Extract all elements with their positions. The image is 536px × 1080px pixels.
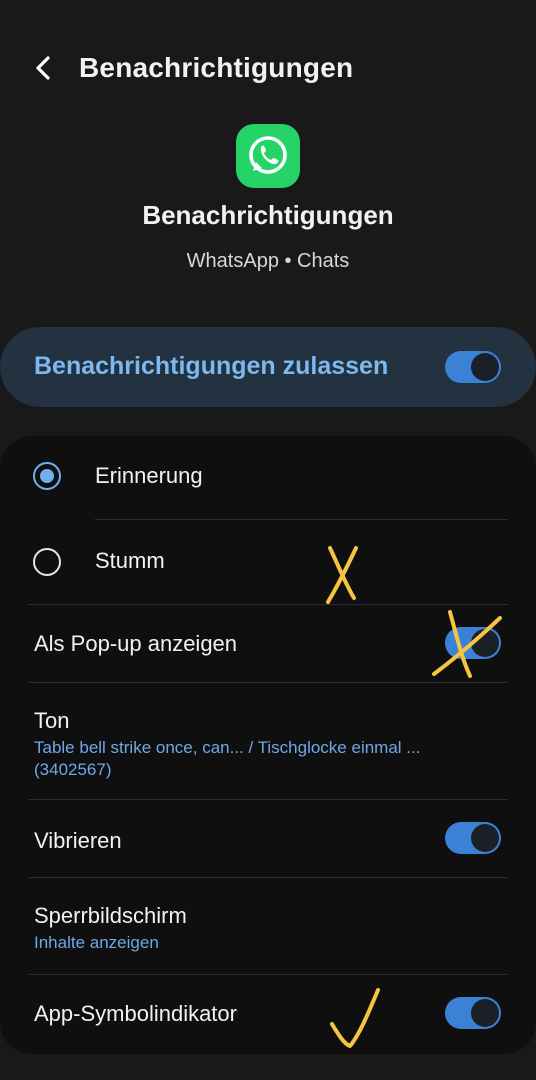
popup-row[interactable]: Als Pop-up anzeigen <box>0 605 536 683</box>
allow-notifications-row[interactable]: Benachrichtigungen zulassen <box>0 327 536 407</box>
toggle-knob <box>471 629 499 657</box>
popup-label: Als Pop-up anzeigen <box>34 631 238 656</box>
app-subtitle: WhatsApp • Chats <box>186 250 350 272</box>
vibrate-toggle[interactable] <box>445 822 501 854</box>
sound-row[interactable]: Ton Table bell strike once, can... / Tis… <box>0 683 536 799</box>
sound-label: Ton <box>34 708 70 733</box>
reminder-radio[interactable] <box>33 462 61 490</box>
app-badge-row[interactable]: App-Symbolindikator <box>0 975 536 1053</box>
lockscreen-label: Sperrbildschirm <box>34 903 187 928</box>
chevron-left-icon <box>36 56 50 80</box>
app-badge-toggle[interactable] <box>445 997 501 1029</box>
vibrate-row[interactable]: Vibrieren <box>0 800 536 878</box>
sound-value-line2: (3402567) <box>34 760 112 779</box>
reminder-label: Erinnerung <box>95 463 203 488</box>
silent-label: Stumm <box>95 548 165 573</box>
back-button[interactable] <box>24 48 64 88</box>
app-title: Benachrichtigungen <box>142 200 394 230</box>
silent-option[interactable]: Stumm <box>0 520 536 604</box>
toggle-knob <box>471 353 499 381</box>
lockscreen-row[interactable]: Sperrbildschirm Inhalte anzeigen <box>0 878 536 974</box>
toggle-knob <box>471 824 499 852</box>
lockscreen-value: Inhalte anzeigen <box>34 933 159 952</box>
whatsapp-icon <box>236 124 300 188</box>
popup-toggle[interactable] <box>445 627 501 659</box>
toggle-knob <box>471 999 499 1027</box>
page-title: Benachrichtigungen <box>79 52 354 83</box>
vibrate-label: Vibrieren <box>34 828 122 853</box>
sound-value-line1: Table bell strike once, can... / Tischgl… <box>34 738 421 757</box>
reminder-option[interactable]: Erinnerung <box>0 436 536 520</box>
notification-options-card: Erinnerung Stumm Als Pop-up anzeigen Ton… <box>0 436 536 1054</box>
app-badge-label: App-Symbolindikator <box>34 1001 237 1026</box>
allow-notifications-toggle[interactable] <box>445 351 501 383</box>
allow-notifications-label: Benachrichtigungen zulassen <box>34 352 389 380</box>
silent-radio[interactable] <box>33 548 61 576</box>
header-bar: Benachrichtigungen <box>0 38 536 98</box>
